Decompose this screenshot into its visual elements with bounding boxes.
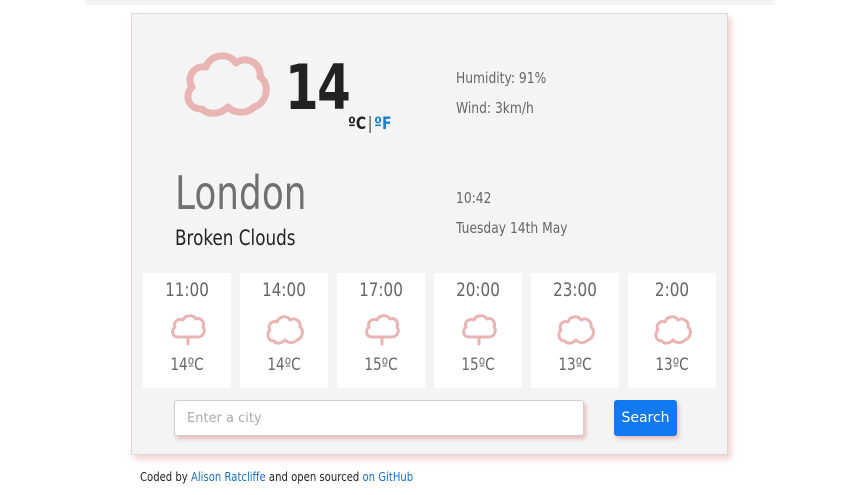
current-temperature: 14 [285, 51, 351, 124]
cloud-icon [184, 52, 270, 117]
forecast-item: 11:00 14ºC [143, 273, 231, 388]
city-name: London [175, 166, 307, 220]
weather-description: Broken Clouds [175, 226, 296, 250]
wind: Wind: 3km/h [456, 99, 534, 117]
rain-cloud-icon [462, 314, 497, 346]
rain-cloud-icon [171, 314, 206, 346]
forecast-time: 11:00 [165, 279, 209, 301]
forecast-time: 2:00 [654, 279, 690, 301]
forecast-item: 20:00 15ºC [434, 273, 522, 388]
unit-toggle: ºC|ºF [348, 114, 391, 134]
top-strip [85, 0, 775, 5]
city-search-input[interactable] [174, 400, 584, 436]
unit-separator: | [367, 114, 373, 134]
cloud-icon [654, 315, 692, 345]
forecast-item: 2:00 13ºC [628, 273, 716, 388]
forecast-temp: 14ºC [170, 355, 204, 375]
forecast-time: 17:00 [359, 279, 403, 301]
fahrenheit-link[interactable]: ºF [374, 114, 391, 134]
forecast-item: 17:00 15ºC [337, 273, 425, 388]
forecast-list: 11:00 14ºC 14:00 14ºC 17:00 15ºC 20:00 1… [143, 273, 716, 388]
current-date: Tuesday 14th May [456, 219, 568, 237]
cloud-icon [557, 315, 595, 345]
forecast-item: 23:00 13ºC [531, 273, 619, 388]
forecast-temp: 13ºC [655, 355, 689, 375]
forecast-time: 20:00 [456, 279, 500, 301]
forecast-temp: 15ºC [461, 355, 495, 375]
footer-middle: and open sourced [265, 470, 363, 484]
humidity: Humidity: 91% [456, 69, 547, 87]
footer-prefix: Coded by [140, 470, 191, 484]
forecast-item: 14:00 14ºC [240, 273, 328, 388]
forecast-temp: 14ºC [267, 355, 301, 375]
current-time: 10:42 [456, 189, 492, 207]
github-link[interactable]: on GitHub [363, 470, 414, 484]
cloud-icon [266, 315, 304, 345]
weather-card: 14 ºC|ºF Humidity: 91% Wind: 3km/h Londo… [131, 13, 728, 455]
rain-cloud-icon [365, 314, 400, 346]
forecast-time: 23:00 [553, 279, 597, 301]
forecast-time: 14:00 [262, 279, 306, 301]
footer: Coded by Alison Ratcliffe and open sourc… [140, 470, 413, 484]
search-button[interactable]: Search [614, 400, 677, 436]
author-link[interactable]: Alison Ratcliffe [191, 470, 266, 484]
celsius-link[interactable]: ºC [348, 114, 366, 134]
forecast-temp: 15ºC [364, 355, 398, 375]
forecast-temp: 13ºC [558, 355, 592, 375]
